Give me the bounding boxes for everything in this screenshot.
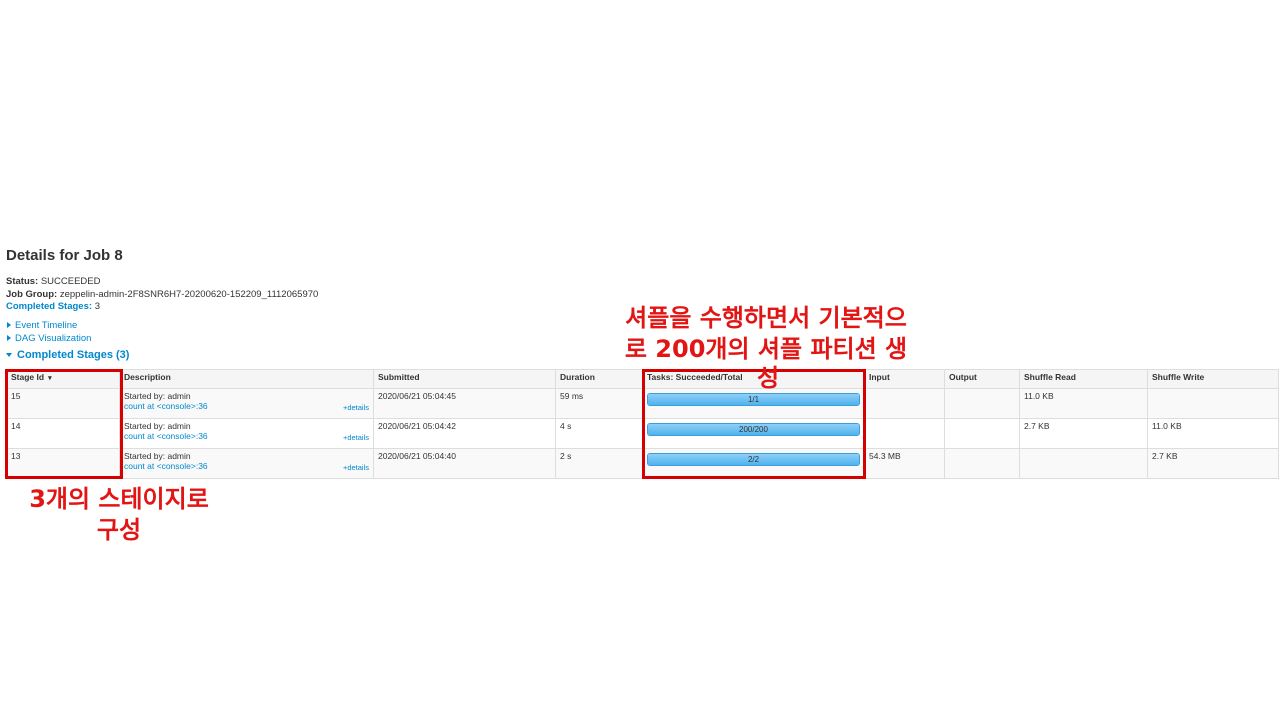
details-toggle[interactable]: +details — [343, 403, 369, 412]
dag-visualization-label: DAG Visualization — [15, 332, 92, 344]
shuffle-write-cell: 2.7 KB — [1147, 448, 1279, 479]
duration-cell: 59 ms — [555, 388, 643, 419]
collapse-arrow-icon — [6, 353, 12, 358]
dag-visualization-toggle[interactable]: DAG Visualization — [7, 333, 91, 346]
col-header-description[interactable]: Description — [119, 369, 374, 389]
shuffle-partition-annotation: 셔플을 수행하면서 기본적으 로 200개의 셔플 파티션 생 — [588, 303, 944, 365]
expand-arrow-icon — [7, 334, 11, 341]
shuffle-read-cell: 11.0 KB — [1019, 388, 1148, 419]
page-title: Details for Job 8 — [6, 247, 123, 264]
stage-count-annotation: 3개의 스테이지로 구성 — [4, 484, 234, 546]
status-label: Status: — [6, 276, 39, 287]
completed-stages-link[interactable]: Completed Stages: — [6, 301, 92, 312]
output-cell — [944, 418, 1020, 449]
shuffle-read-cell: 2.7 KB — [1019, 418, 1148, 449]
section-title: Completed Stages (3) — [17, 349, 130, 361]
completed-stages-row[interactable]: Completed Stages: 3 — [6, 301, 318, 314]
event-timeline-label: Event Timeline — [15, 320, 78, 331]
stage-id-highlight-box — [5, 369, 123, 479]
annotation-line: 3개의 스테이지로 — [29, 485, 209, 513]
annotation-line: 셔플을 수행하면서 기본적으 — [625, 304, 907, 332]
col-header-output[interactable]: Output — [944, 369, 1020, 389]
col-header-shuffle-write[interactable]: Shuffle Write — [1147, 369, 1279, 389]
shuffle-read-cell — [1019, 448, 1148, 479]
input-cell: 54.3 MB — [864, 448, 945, 479]
job-group-row: Job Group: zeppelin-admin-2F8SNR6H7-2020… — [6, 289, 318, 302]
job-group-value: zeppelin-admin-2F8SNR6H7-20200620-152209… — [59, 288, 319, 300]
shuffle-partition-annotation-tail: 성 — [756, 364, 780, 392]
submitted-cell: 2020/06/21 05:04:45 — [373, 388, 556, 419]
stage-description-link[interactable]: count at <console>:36 — [124, 401, 208, 411]
col-header-submitted[interactable]: Submitted — [373, 369, 556, 389]
duration-cell: 2 s — [555, 448, 643, 479]
event-timeline-toggle[interactable]: Event Timeline — [7, 320, 91, 333]
col-header-input[interactable]: Input — [864, 369, 945, 389]
col-header-shuffle-read[interactable]: Shuffle Read — [1019, 369, 1148, 389]
output-cell — [944, 448, 1020, 479]
stage-description-link[interactable]: count at <console>:36 — [124, 461, 208, 471]
started-by-text: Started by: admin — [124, 421, 191, 431]
status-value: SUCCEEDED — [40, 276, 101, 287]
duration-cell: 4 s — [555, 418, 643, 449]
col-header-duration[interactable]: Duration — [555, 369, 643, 389]
job-group-label: Job Group: — [6, 288, 58, 300]
annotation-line: 구성 — [96, 516, 142, 544]
details-toggle[interactable]: +details — [343, 433, 369, 442]
submitted-cell: 2020/06/21 05:04:40 — [373, 448, 556, 479]
completed-stages-section-toggle[interactable]: Completed Stages (3) — [6, 349, 129, 361]
started-by-text: Started by: admin — [124, 391, 191, 401]
input-cell — [864, 388, 945, 419]
description-cell: Started by: admin +details count at <con… — [119, 388, 374, 419]
status-row: Status: SUCCEEDED — [6, 276, 318, 289]
started-by-text: Started by: admin — [124, 451, 191, 461]
annotation-line: 로 200개의 셔플 파티션 생 — [624, 335, 908, 363]
submitted-cell: 2020/06/21 05:04:42 — [373, 418, 556, 449]
description-cell: Started by: admin +details count at <con… — [119, 448, 374, 479]
job-summary: Status: SUCCEEDED Job Group: zeppelin-ad… — [6, 276, 318, 314]
output-cell — [944, 388, 1020, 419]
input-cell — [864, 418, 945, 449]
details-toggle[interactable]: +details — [343, 463, 369, 472]
shuffle-write-cell — [1147, 388, 1279, 419]
shuffle-write-cell: 11.0 KB — [1147, 418, 1279, 449]
description-cell: Started by: admin +details count at <con… — [119, 418, 374, 449]
stage-description-link[interactable]: count at <console>:36 — [124, 431, 208, 441]
completed-stages-count: 3 — [94, 301, 100, 312]
expand-arrow-icon — [7, 322, 11, 329]
toggle-links: Event Timeline DAG Visualization — [7, 320, 91, 345]
